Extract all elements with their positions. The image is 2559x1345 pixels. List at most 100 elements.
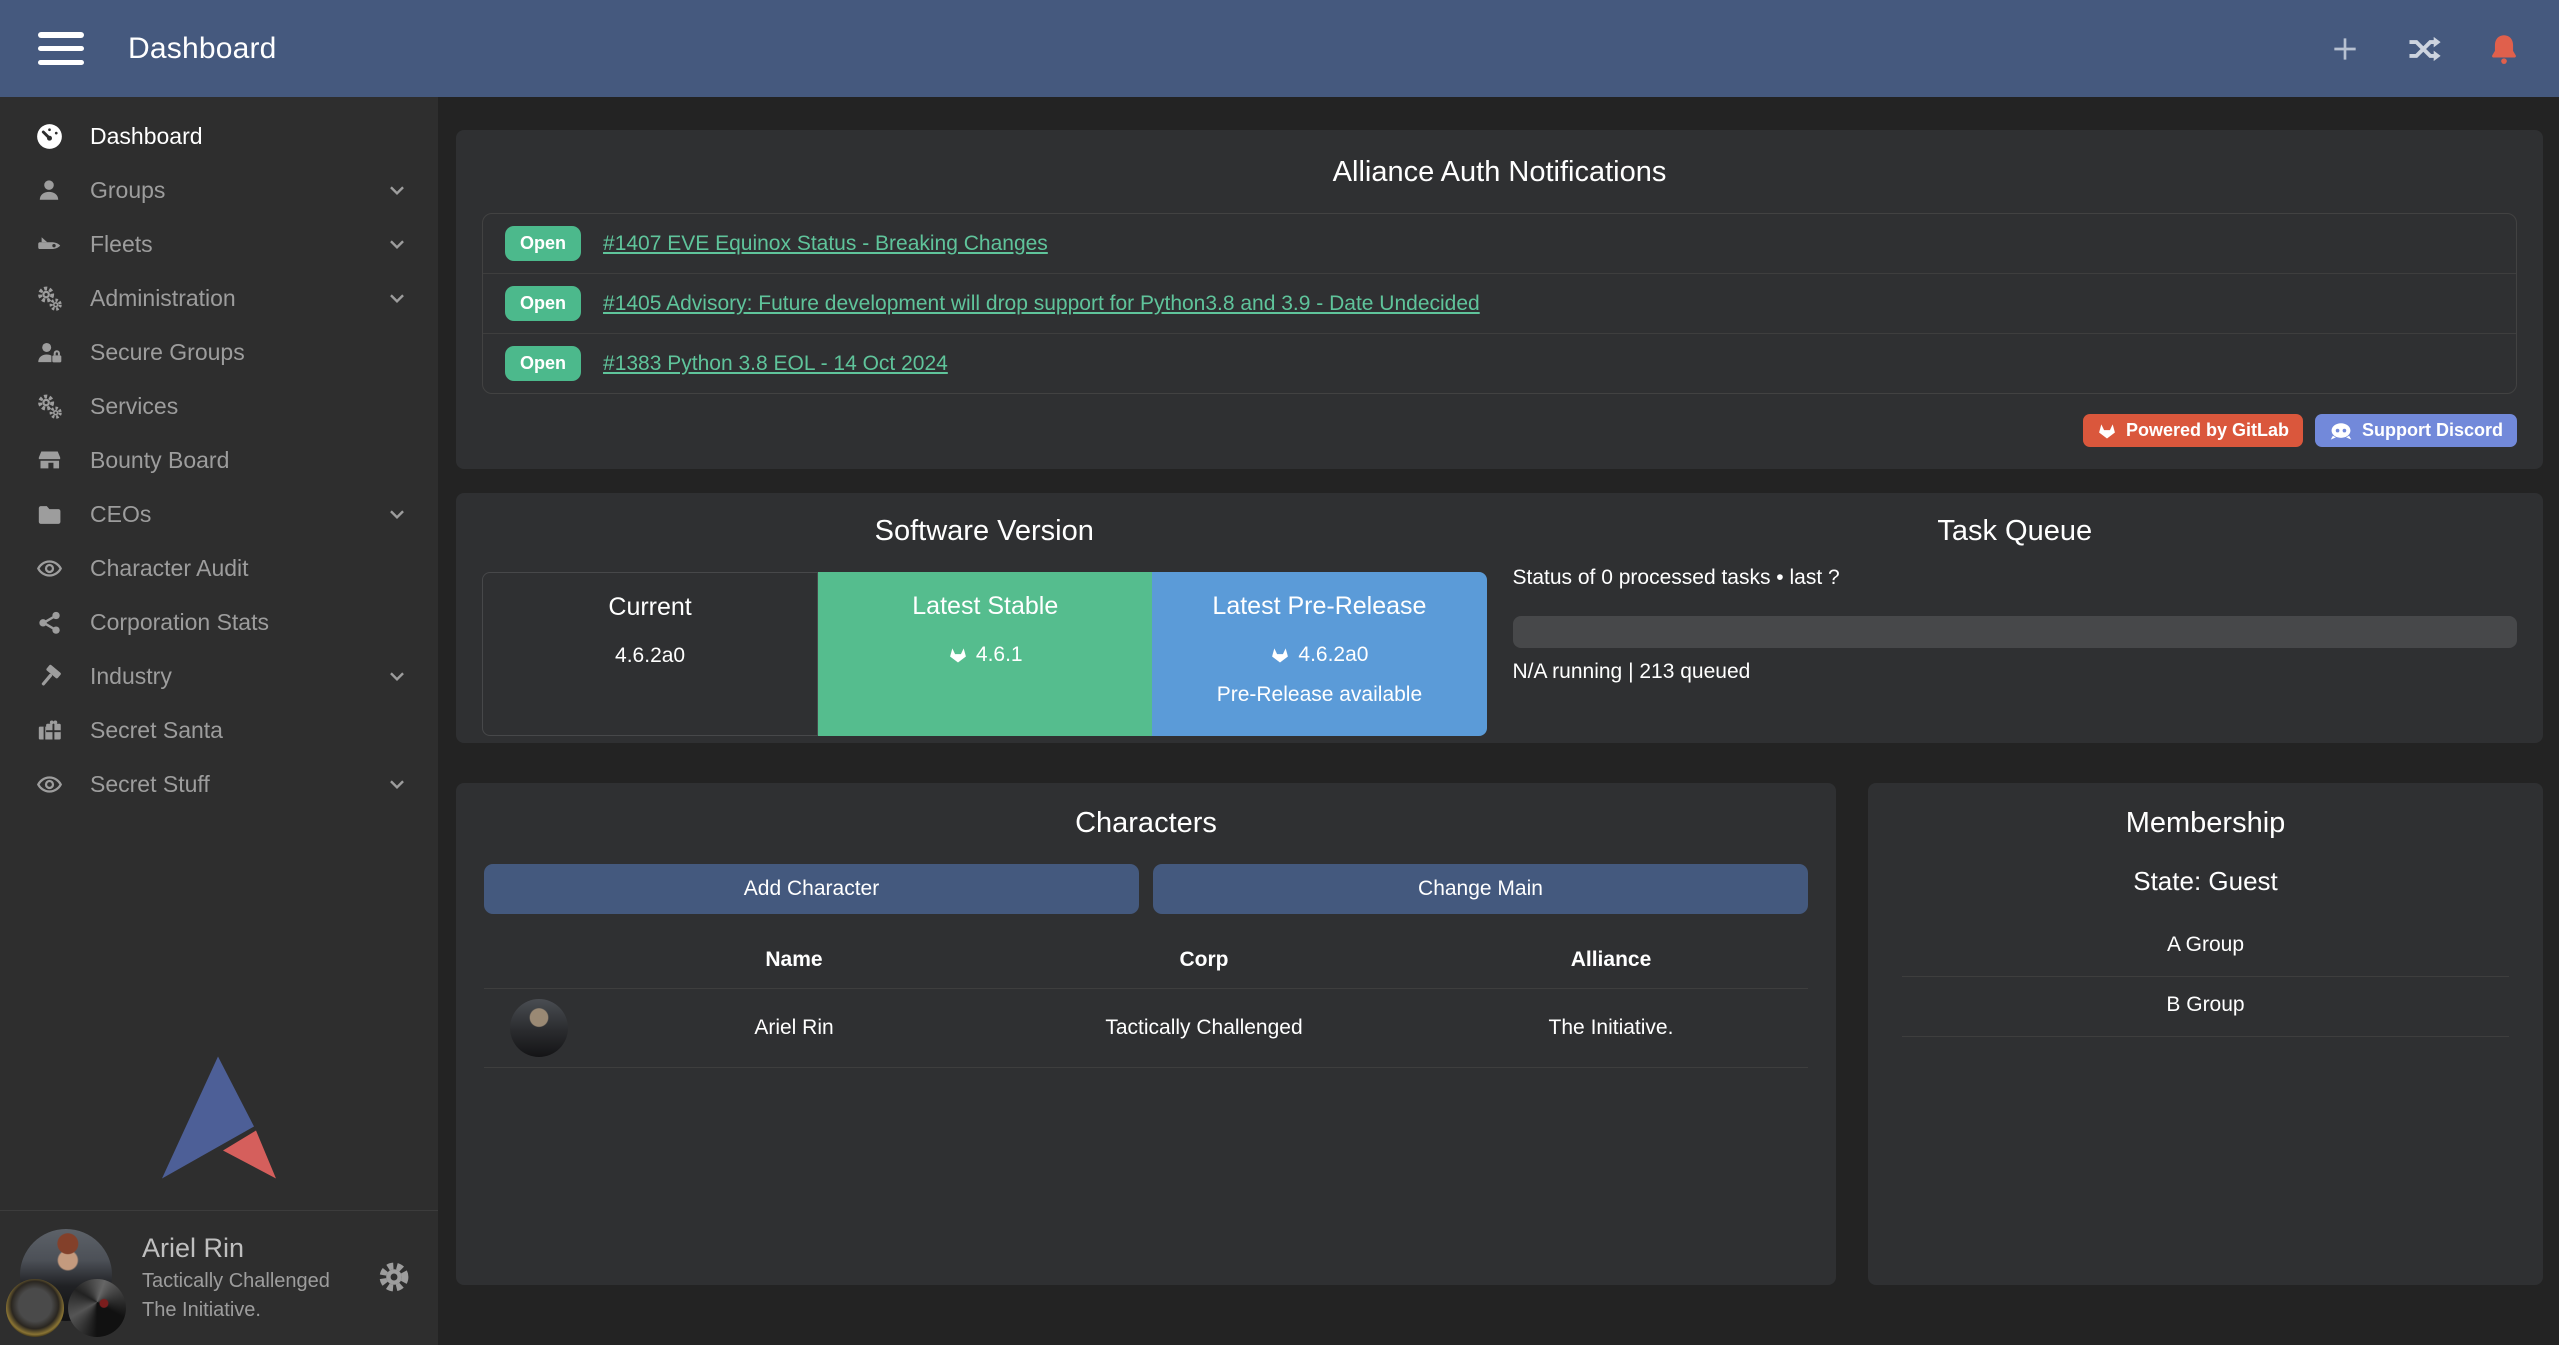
- support-discord-badge[interactable]: Support Discord: [2315, 414, 2517, 447]
- sidebar-item-fleets[interactable]: Fleets: [0, 217, 438, 271]
- notification-row: Open #1405 Advisory: Future development …: [483, 273, 2516, 333]
- notification-row: Open #1407 EVE Equinox Status - Breaking…: [483, 214, 2516, 273]
- page-title: Dashboard: [128, 32, 277, 66]
- sidebar-item-ceos[interactable]: CEOs: [0, 487, 438, 541]
- notification-link[interactable]: #1405 Advisory: Future development will …: [603, 292, 1480, 316]
- sidebar-item-services[interactable]: Services: [0, 379, 438, 433]
- main-content: Alliance Auth Notifications Open #1407 E…: [438, 97, 2559, 1345]
- notification-link[interactable]: #1407 EVE Equinox Status - Breaking Chan…: [603, 232, 1048, 256]
- sidebar-item-secret-stuff[interactable]: Secret Stuff: [0, 757, 438, 811]
- characters-actions: Add Character Change Main: [484, 864, 1808, 914]
- alliance-logo-badge: [68, 1279, 126, 1337]
- sidebar-item-dashboard[interactable]: Dashboard: [0, 109, 438, 163]
- chevron-down-icon: [386, 665, 408, 687]
- chevron-down-icon: [386, 503, 408, 525]
- software-version-section: Software Version Current 4.6.2a0 Latest …: [482, 515, 1487, 721]
- notification-row: Open #1383 Python 3.8 EOL - 14 Oct 2024: [483, 333, 2516, 393]
- table-row: Ariel Rin Tactically Challenged The Init…: [484, 989, 1808, 1068]
- top-header: Dashboard: [0, 0, 2559, 97]
- sidebar-item-industry[interactable]: Industry: [0, 649, 438, 703]
- membership-panel: Membership State: Guest A Group B Group: [1868, 783, 2543, 1285]
- version-box-current: Current 4.6.2a0: [482, 572, 818, 736]
- plus-icon[interactable]: [2329, 33, 2361, 65]
- menu-icon[interactable]: [38, 32, 84, 65]
- user-avatar: [20, 1229, 116, 1325]
- bottom-row: Characters Add Character Change Main Nam…: [456, 783, 2543, 1285]
- discord-icon: [2329, 421, 2353, 441]
- task-queue-counts: N/A running | 213 queued: [1513, 660, 2518, 684]
- gear-icon[interactable]: [376, 1259, 412, 1295]
- avatar-column-header: [484, 936, 594, 989]
- status-badge: Open: [505, 226, 581, 261]
- sidebar-item-administration[interactable]: Administration: [0, 271, 438, 325]
- sidebar-item-groups[interactable]: Groups: [0, 163, 438, 217]
- version-boxes: Current 4.6.2a0 Latest Stable 4.6.1 Late…: [482, 572, 1487, 736]
- sidebar-item-label: Secure Groups: [90, 339, 408, 366]
- sidebar-item-label: Dashboard: [90, 123, 408, 150]
- share-nodes-icon: [28, 609, 70, 635]
- powered-by-gitlab-badge[interactable]: Powered by GitLab: [2083, 414, 2303, 447]
- user-panel: Ariel Rin Tactically Challenged The Init…: [0, 1210, 438, 1345]
- sidebar-item-label: Groups: [90, 177, 386, 204]
- task-queue-section: Task Queue Status of 0 processed tasks •…: [1487, 515, 2518, 721]
- sidebar-item-secure-groups[interactable]: Secure Groups: [0, 325, 438, 379]
- status-badge: Open: [505, 346, 581, 381]
- characters-panel: Characters Add Character Change Main Nam…: [456, 783, 1836, 1285]
- user-name: Ariel Rin: [142, 1233, 368, 1264]
- sidebar-item-label: Secret Santa: [90, 717, 408, 744]
- sidebar-item-label: Character Audit: [90, 555, 408, 582]
- gitlab-icon: [2097, 421, 2117, 441]
- membership-state: State: Guest: [1902, 866, 2509, 897]
- task-queue-progress-bar: [1513, 616, 2518, 648]
- user-info: Ariel Rin Tactically Challenged The Init…: [142, 1233, 368, 1322]
- add-character-button[interactable]: Add Character: [484, 864, 1139, 914]
- gears-icon: [28, 393, 70, 420]
- list-item: A Group: [1902, 917, 2509, 977]
- character-alliance-cell: The Initiative.: [1414, 989, 1808, 1068]
- gauge-icon: [28, 123, 70, 150]
- notification-link[interactable]: #1383 Python 3.8 EOL - 14 Oct 2024: [603, 352, 948, 376]
- pre-release-note: Pre-Release available: [1152, 683, 1486, 707]
- rocket-icon: [28, 231, 70, 258]
- sidebar-item-character-audit[interactable]: Character Audit: [0, 541, 438, 595]
- sidebar-item-secret-santa[interactable]: Secret Santa: [0, 703, 438, 757]
- notifications-title: Alliance Auth Notifications: [482, 156, 2517, 189]
- sidebar-item-bounty-board[interactable]: Bounty Board: [0, 433, 438, 487]
- alliance-auth-app: Dashboard: [0, 0, 2559, 1345]
- chevron-down-icon: [386, 773, 408, 795]
- eye-icon: [28, 555, 70, 582]
- membership-group-list: A Group B Group: [1902, 917, 2509, 1037]
- shop-icon: [28, 447, 70, 474]
- list-item: B Group: [1902, 977, 2509, 1037]
- sidebar-item-label: Services: [90, 393, 408, 420]
- sidebar: Dashboard Groups Fleets Ad: [0, 97, 438, 1345]
- sidebar-nav: Dashboard Groups Fleets Ad: [0, 97, 438, 811]
- status-badge: Open: [505, 286, 581, 321]
- chevron-down-icon: [386, 233, 408, 255]
- characters-title: Characters: [484, 807, 1808, 840]
- version-box-latest-pre-release: Latest Pre-Release 4.6.2a0 Pre-Release a…: [1152, 572, 1486, 736]
- hammer-icon: [28, 663, 70, 690]
- version-box-latest-stable: Latest Stable 4.6.1: [818, 572, 1152, 736]
- name-column-header: Name: [594, 936, 994, 989]
- sidebar-item-label: Industry: [90, 663, 386, 690]
- external-badges: Powered by GitLab Support Discord: [482, 414, 2517, 447]
- task-queue-status: Status of 0 processed tasks • last ?: [1513, 566, 2518, 590]
- user-alliance: The Initiative.: [142, 1299, 368, 1322]
- version-taskqueue-panel: Software Version Current 4.6.2a0 Latest …: [456, 493, 2543, 743]
- sidebar-item-label: Bounty Board: [90, 447, 408, 474]
- character-name-cell: Ariel Rin: [594, 989, 994, 1068]
- user-lock-icon: [28, 339, 70, 366]
- header-actions: [2329, 31, 2521, 67]
- corp-logo-badge: [6, 1279, 64, 1337]
- sidebar-item-corporation-stats[interactable]: Corporation Stats: [0, 595, 438, 649]
- table-header-row: Name Corp Alliance: [484, 936, 1808, 989]
- bell-icon[interactable]: [2487, 31, 2521, 67]
- eye-icon: [28, 771, 70, 798]
- gitlab-icon: [1270, 645, 1290, 665]
- chevron-down-icon: [386, 287, 408, 309]
- change-main-button[interactable]: Change Main: [1153, 864, 1808, 914]
- shuffle-icon[interactable]: [2406, 32, 2442, 66]
- task-queue-title: Task Queue: [1513, 515, 2518, 548]
- gears-icon: [28, 285, 70, 312]
